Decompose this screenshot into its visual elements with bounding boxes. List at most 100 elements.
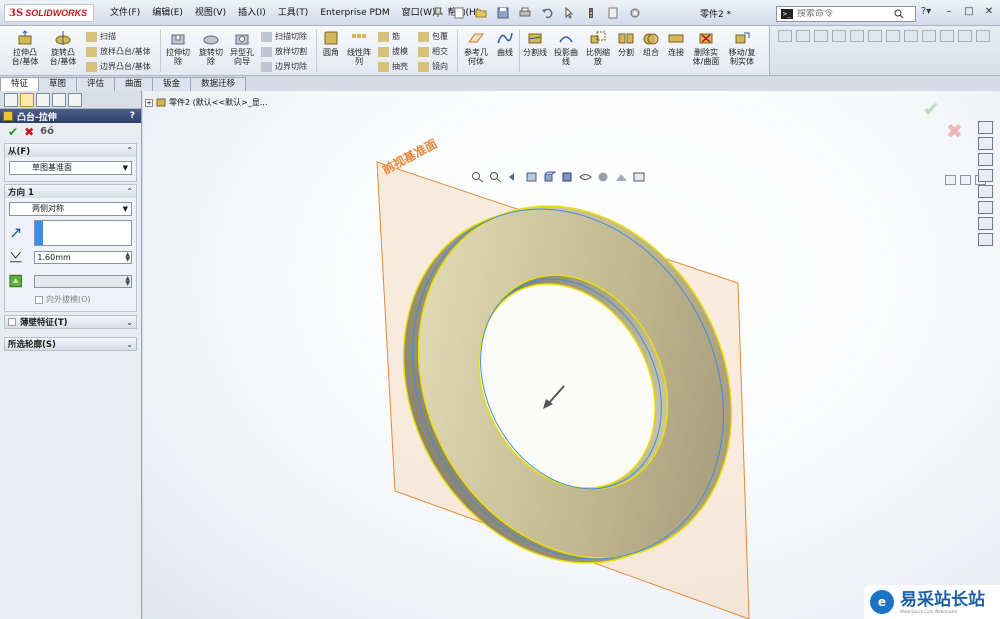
checkbox-box[interactable] bbox=[35, 295, 43, 304]
home-icon[interactable] bbox=[978, 153, 993, 166]
toolbar-button-5[interactable] bbox=[850, 30, 864, 42]
configuration-manager-tab-icon[interactable] bbox=[36, 93, 50, 107]
loft-button[interactable]: 放样凸台/基体 bbox=[86, 46, 151, 57]
split-button[interactable]: 分割 bbox=[615, 30, 637, 57]
toolbar-button-6[interactable] bbox=[868, 30, 882, 42]
confirm-cancel-icon[interactable]: ✖ bbox=[946, 119, 963, 143]
confirm-ok-icon[interactable]: ✔ bbox=[923, 97, 940, 121]
search-box[interactable]: >_ bbox=[776, 6, 916, 22]
save-button[interactable] bbox=[494, 5, 512, 21]
start-condition-select[interactable]: 草图基准面 ▼ bbox=[9, 161, 132, 175]
curves-button[interactable]: 曲线 bbox=[493, 30, 517, 57]
search-input[interactable] bbox=[797, 9, 892, 19]
graphics-area[interactable]: + 零件2 (默认<<默认>_显... 前视基准面 ✔ ✖ bbox=[143, 91, 1000, 619]
model-scene[interactable] bbox=[143, 91, 1000, 619]
tab-sheet-metal[interactable]: 钣金 bbox=[152, 77, 192, 91]
appearances-icon[interactable] bbox=[978, 217, 993, 230]
combine-button[interactable]: 组合 bbox=[640, 30, 662, 57]
linear-pattern-button[interactable]: 线性阵列 bbox=[346, 30, 372, 66]
split-line-button[interactable]: 分割线 bbox=[521, 30, 549, 57]
rib-button[interactable]: 筋 bbox=[378, 31, 400, 42]
scale-button[interactable]: 比例缩放 bbox=[584, 30, 612, 66]
cancel-button[interactable]: ✖ bbox=[24, 125, 34, 139]
menu-insert[interactable]: 插入(I) bbox=[232, 7, 272, 19]
chevron-down-icon[interactable]: ⌄ bbox=[126, 340, 133, 349]
draft-toggle-icon[interactable] bbox=[9, 274, 22, 288]
tab-evaluate[interactable]: 评估 bbox=[76, 77, 116, 91]
toolbar-button-2[interactable] bbox=[796, 30, 810, 42]
design-library-icon[interactable] bbox=[978, 137, 993, 150]
solidworks-logo[interactable]: 3S SOLIDWORKS bbox=[4, 4, 94, 22]
direction-reference-list[interactable] bbox=[34, 220, 132, 246]
draft-button[interactable]: 拔模 bbox=[378, 46, 408, 57]
mirror-button[interactable]: 镜向 bbox=[418, 61, 448, 72]
undo-button[interactable] bbox=[538, 5, 556, 21]
tab-sketch[interactable]: 草图 bbox=[38, 77, 78, 91]
projected-curve-button[interactable]: 投影曲线 bbox=[552, 30, 580, 66]
hole-wizard-button[interactable]: 异型孔向导 bbox=[228, 30, 256, 66]
intersect-button[interactable]: 相交 bbox=[418, 46, 448, 57]
file-explorer-icon[interactable] bbox=[978, 169, 993, 182]
extruded-boss-button[interactable]: 拉伸凸台/基体 bbox=[8, 30, 42, 66]
solidworks-resources-icon[interactable] bbox=[978, 121, 993, 134]
options-button[interactable] bbox=[626, 5, 644, 21]
menu-enterprise-pdm[interactable]: Enterprise PDM bbox=[314, 7, 395, 19]
move-copy-body-button[interactable]: 移动/复制实体 bbox=[726, 30, 758, 66]
tab-surfaces[interactable]: 曲面 bbox=[114, 77, 154, 91]
minimize-button[interactable]: – bbox=[942, 6, 956, 19]
select-button[interactable] bbox=[560, 5, 578, 21]
toolbar-button-9[interactable] bbox=[922, 30, 936, 42]
toolbar-button-10[interactable] bbox=[940, 30, 954, 42]
thin-feature-group[interactable]: 薄壁特征(T) ⌄ bbox=[4, 315, 137, 329]
file-properties-button[interactable] bbox=[604, 5, 622, 21]
toolbar-button-8[interactable] bbox=[904, 30, 918, 42]
revolved-cut-button[interactable]: 旋转切除 bbox=[196, 30, 226, 66]
search-icon[interactable] bbox=[894, 9, 904, 19]
extruded-cut-button[interactable]: 拉伸切除 bbox=[163, 30, 193, 66]
open-button[interactable] bbox=[472, 5, 490, 21]
help-icon[interactable]: ? bbox=[130, 111, 135, 121]
feature-tree-tab-icon[interactable] bbox=[4, 93, 18, 107]
chevron-up-icon[interactable]: ⌃ bbox=[126, 187, 133, 196]
reference-geometry-button[interactable]: 参考几何体 bbox=[461, 30, 491, 66]
lofted-cut-button[interactable]: 放样切割 bbox=[261, 46, 307, 57]
depth-input[interactable]: 1.60mm ▲ ▼ bbox=[34, 250, 132, 264]
view-palette-icon[interactable] bbox=[978, 201, 993, 214]
display-manager-tab-icon[interactable] bbox=[68, 93, 82, 107]
print-button[interactable] bbox=[516, 5, 534, 21]
toolbar-button-1[interactable] bbox=[778, 30, 792, 42]
menu-edit[interactable]: 编辑(E) bbox=[146, 7, 189, 19]
draft-outward-checkbox[interactable]: 向外拔模(O) bbox=[35, 294, 132, 305]
property-manager-tab-icon[interactable] bbox=[20, 93, 34, 107]
toolbar-button-7[interactable] bbox=[886, 30, 900, 42]
ok-button[interactable]: ✔ bbox=[8, 125, 18, 139]
selected-contours-group[interactable]: 所选轮廓(S) ⌄ bbox=[4, 337, 137, 351]
boundary-boss-button[interactable]: 边界凸台/基体 bbox=[86, 61, 151, 72]
maximize-button[interactable]: □ bbox=[962, 6, 976, 19]
custom-properties-icon[interactable] bbox=[978, 233, 993, 246]
direction-1-header[interactable]: 方向 1 ⌃ bbox=[5, 185, 136, 198]
delete-body-button[interactable]: 删除实体/曲面 bbox=[690, 30, 722, 66]
wrap-button[interactable]: 包覆 bbox=[418, 31, 448, 42]
detailed-preview-button[interactable]: 6ó bbox=[40, 125, 54, 139]
sweep-button[interactable]: 扫描 bbox=[86, 31, 116, 42]
from-group-header[interactable]: 从(F) ⌃ bbox=[5, 144, 136, 157]
join-button[interactable]: 连接 bbox=[665, 30, 687, 57]
fillet-button[interactable]: 圆角 bbox=[320, 30, 342, 57]
menu-file[interactable]: 文件(F) bbox=[104, 7, 146, 19]
thin-feature-checkbox[interactable] bbox=[8, 318, 16, 326]
dimxpert-tab-icon[interactable] bbox=[52, 93, 66, 107]
draft-angle-input[interactable]: ▲ ▼ bbox=[34, 274, 132, 288]
toolbar-button-4[interactable] bbox=[832, 30, 846, 42]
toolbar-button-3[interactable] bbox=[814, 30, 828, 42]
pin-icon[interactable] bbox=[432, 6, 444, 18]
help-button[interactable]: ?▾ bbox=[916, 6, 936, 19]
chevron-down-icon[interactable]: ⌄ bbox=[126, 318, 133, 327]
menu-view[interactable]: 视图(V) bbox=[189, 7, 232, 19]
toolbar-button-12[interactable] bbox=[976, 30, 990, 42]
new-document-button[interactable] bbox=[450, 5, 468, 21]
end-condition-select[interactable]: 两侧对称 ▼ bbox=[9, 202, 132, 216]
toolbar-button-11[interactable] bbox=[958, 30, 972, 42]
menu-tools[interactable]: 工具(T) bbox=[272, 7, 315, 19]
revolved-boss-button[interactable]: 旋转凸台/基体 bbox=[46, 30, 80, 66]
